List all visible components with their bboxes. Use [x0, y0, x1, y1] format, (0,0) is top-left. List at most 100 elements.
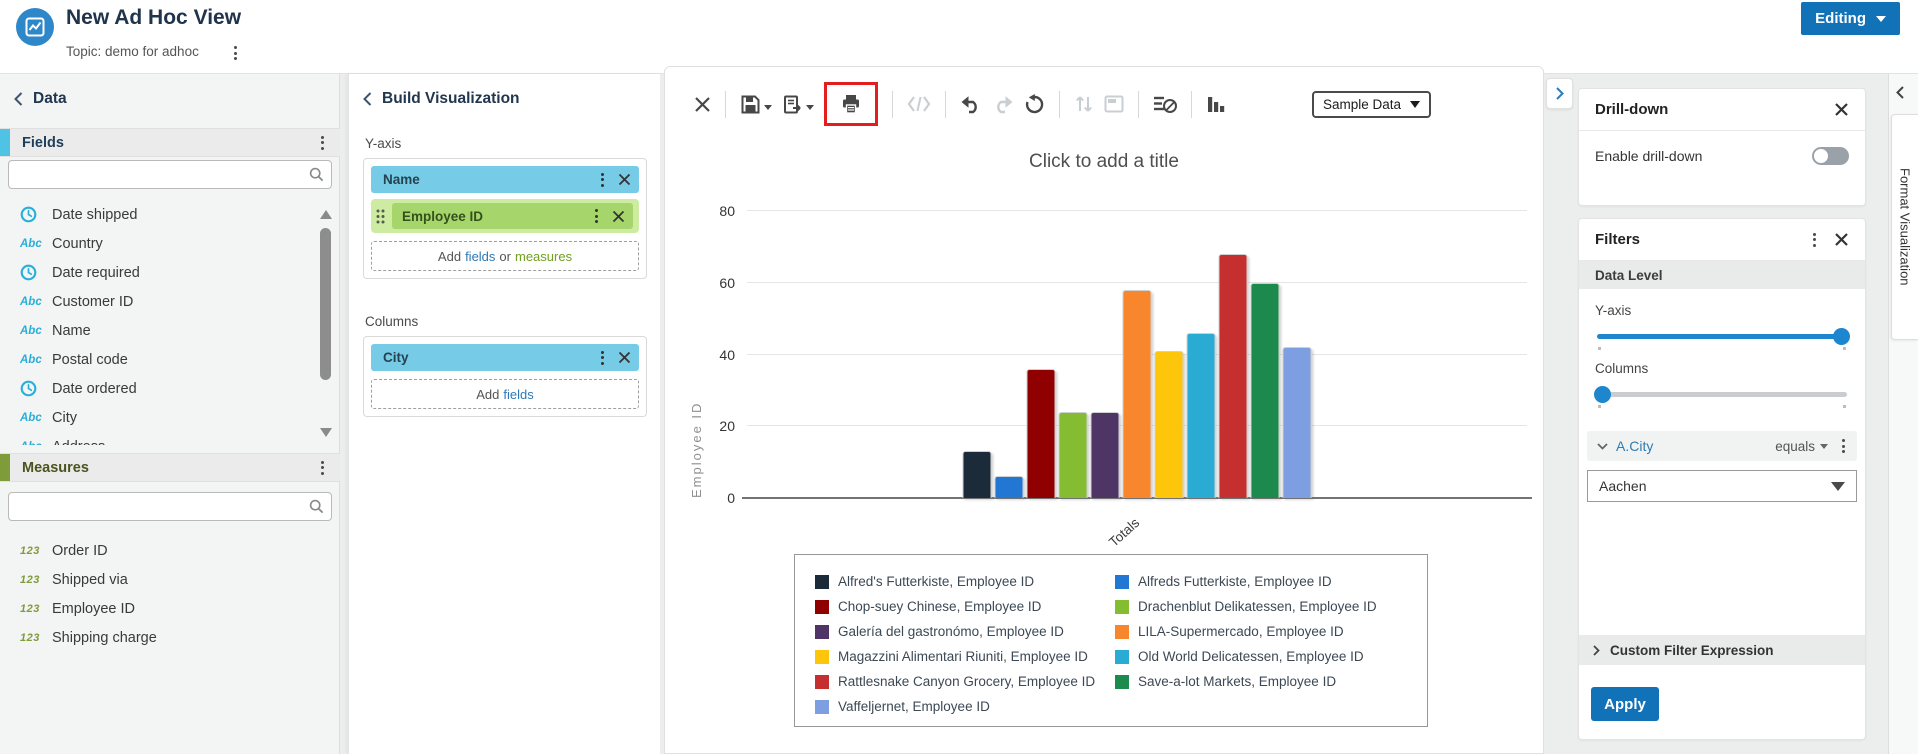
toolbar-separator	[1059, 91, 1060, 118]
field-item[interactable]: Date shipped	[0, 200, 318, 229]
add-measures-link[interactable]: measures	[515, 249, 572, 264]
chip-remove-icon[interactable]	[612, 210, 625, 223]
legend-item[interactable]: Galería del gastronómo, Employee ID	[815, 619, 1115, 644]
measures-kebab-icon[interactable]	[319, 459, 326, 477]
chip-kebab-icon[interactable]	[593, 207, 600, 225]
show-code-icon[interactable]	[902, 91, 936, 117]
chart-title-placeholder[interactable]: Click to add a title	[665, 151, 1543, 173]
field-item[interactable]: Date required	[0, 258, 318, 287]
bar[interactable]	[1251, 283, 1280, 498]
fields-kebab-icon[interactable]	[319, 134, 326, 152]
undo-icon[interactable]	[955, 90, 987, 118]
filter-value-select[interactable]: Aachen	[1587, 470, 1857, 502]
data-panel-back[interactable]: Data	[14, 90, 67, 108]
bar[interactable]	[1123, 290, 1152, 498]
bar[interactable]	[1283, 347, 1312, 498]
yaxis-level-slider[interactable]	[1597, 327, 1847, 347]
export-button[interactable]	[777, 90, 819, 119]
filters-kebab-icon[interactable]	[1811, 231, 1818, 249]
add-fields-link[interactable]: fields	[503, 387, 533, 402]
fields-search-input[interactable]	[9, 167, 309, 182]
bar[interactable]	[963, 451, 992, 498]
columns-chip-city[interactable]: City	[371, 344, 639, 371]
legend-item[interactable]: Vaffeljernet, Employee ID	[815, 694, 1115, 719]
slider-handle[interactable]	[1594, 386, 1611, 403]
y-axis-tick-label: 60	[719, 275, 735, 291]
collapse-rail-icon[interactable]	[1896, 86, 1904, 104]
add-fields[interactable]: Add fields	[371, 379, 639, 409]
add-fields-or-measures[interactable]: Add fields or measures	[371, 241, 639, 271]
filter-operator[interactable]: equals	[1775, 439, 1815, 454]
close-icon[interactable]	[1834, 102, 1849, 117]
chip-remove-icon[interactable]	[618, 351, 631, 364]
field-item[interactable]: AbcCity	[0, 403, 318, 432]
legend-item[interactable]: Rattlesnake Canyon Grocery, Employee ID	[815, 669, 1115, 694]
chip-remove-icon[interactable]	[618, 173, 631, 186]
redo-icon[interactable]	[987, 90, 1019, 118]
topic-kebab-icon[interactable]	[232, 44, 239, 62]
editing-label: Editing	[1815, 10, 1866, 27]
measure-item[interactable]: 123Order ID	[0, 536, 318, 565]
legend-item[interactable]: Alfreds Futterkiste, Employee ID	[1115, 569, 1415, 594]
custom-filter-expression[interactable]: Custom Filter Expression	[1579, 635, 1865, 665]
sort-icon[interactable]	[1069, 90, 1099, 118]
measure-item[interactable]: 123Shipping charge	[0, 623, 318, 652]
chip-kebab-icon[interactable]	[599, 171, 606, 189]
editing-mode-button[interactable]: Editing	[1801, 2, 1900, 35]
columns-level-slider[interactable]	[1597, 385, 1847, 405]
y-axis-chip-employee-id[interactable]: Employee ID	[371, 199, 639, 233]
expand-panel-tab[interactable]	[1546, 78, 1573, 109]
close-view-icon[interactable]	[689, 92, 716, 117]
bar[interactable]	[1155, 351, 1184, 498]
legend-item[interactable]: Magazzini Alimentari Riuniti, Employee I…	[815, 644, 1115, 669]
bar[interactable]	[1187, 333, 1216, 498]
filter-item-city[interactable]: A.City equals	[1587, 431, 1857, 461]
measures-search-input[interactable]	[9, 499, 309, 514]
scroll-thumb[interactable]	[320, 228, 331, 380]
filter-kebab-icon[interactable]	[1840, 437, 1847, 455]
show-query-icon[interactable]	[1148, 90, 1182, 118]
legend-item[interactable]: Alfred's Futterkiste, Employee ID	[815, 569, 1115, 594]
y-axis-chip-name[interactable]: Name	[371, 166, 639, 193]
scroll-up-icon[interactable]	[320, 210, 332, 219]
fields-scrollbar[interactable]	[318, 200, 334, 445]
slider-handle[interactable]	[1833, 328, 1850, 345]
chart-type-icon[interactable]	[1201, 91, 1230, 118]
format-visualization-tab[interactable]: Format Visualization	[1891, 114, 1918, 340]
bar[interactable]	[1219, 254, 1248, 498]
legend-item[interactable]: LILA-Supermercado, Employee ID	[1115, 619, 1415, 644]
field-item[interactable]: Date ordered	[0, 374, 318, 403]
chip-kebab-icon[interactable]	[599, 349, 606, 367]
measure-item[interactable]: 123Employee ID	[0, 594, 318, 623]
reset-icon[interactable]	[1019, 90, 1050, 119]
slider-track[interactable]	[1597, 392, 1847, 397]
measure-item[interactable]: 123Shipped via	[0, 565, 318, 594]
field-item[interactable]: AbcName	[0, 316, 318, 345]
close-icon[interactable]	[1834, 232, 1849, 247]
bar[interactable]	[1091, 412, 1120, 498]
apply-button[interactable]: Apply	[1591, 687, 1659, 721]
legend-item[interactable]: Old World Delicatessen, Employee ID	[1115, 644, 1415, 669]
input-controls-icon[interactable]	[1099, 91, 1129, 117]
bar[interactable]	[1027, 369, 1056, 498]
legend-item[interactable]: Save-a-lot Markets, Employee ID	[1115, 669, 1415, 694]
legend-item[interactable]: Drachenblut Delikatessen, Employee ID	[1115, 594, 1415, 619]
build-panel-back[interactable]: Build Visualization	[363, 90, 520, 108]
drag-handle-icon[interactable]	[376, 209, 385, 224]
legend-item[interactable]: Chop-suey Chinese, Employee ID	[815, 594, 1115, 619]
sample-data-dropdown[interactable]: Sample Data	[1312, 91, 1431, 118]
field-item[interactable]: AbcPostal code	[0, 345, 318, 374]
bar[interactable]	[1059, 412, 1088, 498]
field-item[interactable]: AbcCountry	[0, 229, 318, 258]
scroll-down-icon[interactable]	[320, 428, 332, 437]
bar[interactable]	[995, 476, 1024, 498]
print-button[interactable]	[835, 89, 867, 119]
add-fields-link[interactable]: fields	[465, 249, 495, 264]
enable-drilldown-toggle[interactable]	[1812, 147, 1849, 165]
add-text: Add	[438, 249, 461, 264]
field-item[interactable]: AbcCustomer ID	[0, 287, 318, 316]
field-item[interactable]: AbcAddress	[0, 432, 318, 445]
slider-track[interactable]	[1597, 334, 1847, 339]
field-label: Date required	[52, 265, 140, 281]
save-button[interactable]	[735, 90, 777, 119]
